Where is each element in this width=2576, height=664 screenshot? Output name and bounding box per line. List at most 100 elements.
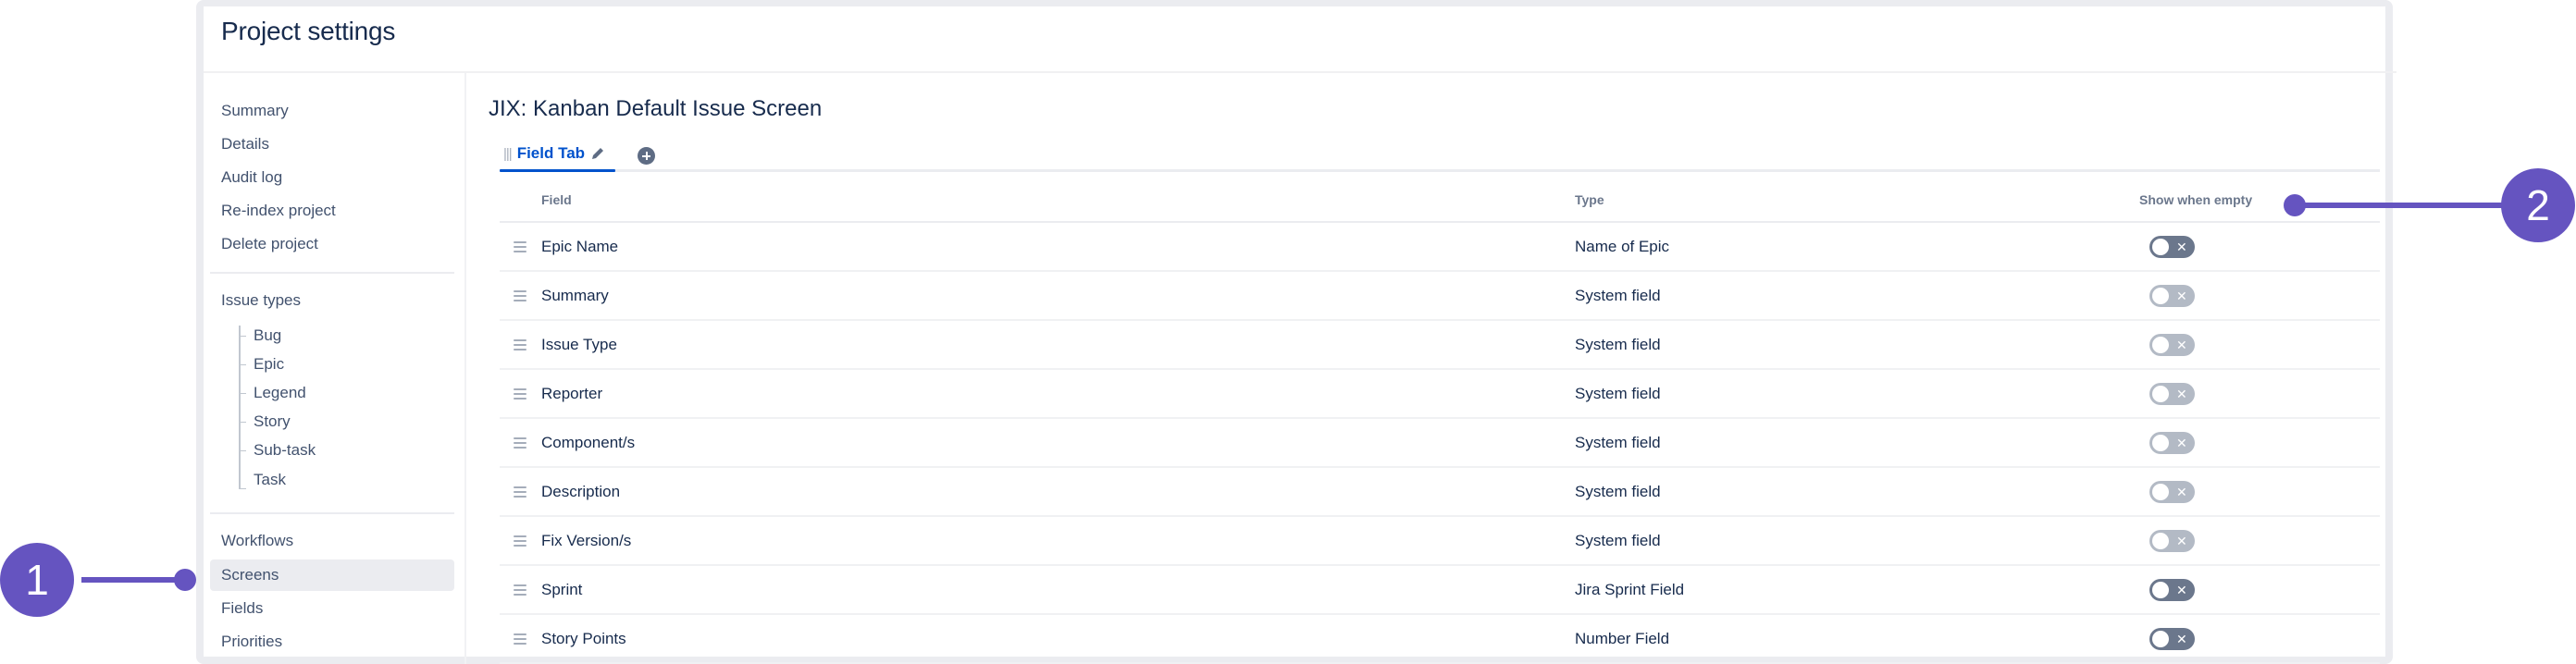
close-icon: ✕ (2176, 485, 2187, 499)
header-divider (204, 71, 2396, 73)
close-icon: ✕ (2176, 289, 2187, 303)
sidebar-issue-type-epic[interactable]: Epic (254, 353, 284, 375)
sidebar-issue-type-story[interactable]: Story (254, 411, 291, 433)
toggle-knob (2152, 435, 2169, 451)
toggle-knob (2152, 533, 2169, 549)
active-tab-indicator (500, 169, 615, 172)
sidebar-item-screens[interactable]: Screens (210, 559, 454, 591)
show-when-empty-toggle[interactable]: ✕ (2149, 579, 2195, 601)
table-row: Issue Type System field ✕ (500, 321, 2380, 370)
toggle-knob (2152, 239, 2169, 255)
toggle-knob (2152, 386, 2169, 402)
callout-line-2 (2295, 203, 2503, 208)
close-icon: ✕ (2176, 338, 2187, 352)
show-when-empty-toggle: ✕ (2149, 334, 2195, 356)
drag-handle-icon[interactable] (514, 339, 526, 350)
close-icon: ✕ (2176, 387, 2187, 401)
tree-tick (241, 488, 246, 489)
tree-tick (241, 393, 246, 394)
pencil-icon[interactable] (590, 146, 605, 161)
tree-line (239, 326, 241, 489)
column-header-field: Field (541, 192, 572, 207)
field-name: Issue Type (541, 336, 617, 353)
sidebar-item-priorities[interactable]: Priorities (210, 626, 454, 658)
sidebar-issue-type-sub-task[interactable]: Sub-task (254, 439, 316, 461)
field-name: Epic Name (541, 238, 619, 255)
toggle-knob (2152, 288, 2169, 304)
column-header-type: Type (1575, 192, 1604, 207)
toggle-knob (2152, 582, 2169, 598)
show-when-empty-toggle: ✕ (2149, 481, 2195, 503)
drag-handle-icon[interactable] (514, 437, 526, 449)
field-type: System field (1575, 385, 1661, 402)
sidebar-item-details[interactable]: Details (210, 129, 454, 160)
sidebar-issue-type-bug[interactable]: Bug (254, 325, 281, 347)
close-icon: ✕ (2176, 436, 2187, 450)
drag-handle-icon[interactable] (514, 584, 526, 596)
toggle-knob (2152, 631, 2169, 647)
table-row: Fix Version/s System field ✕ (500, 517, 2380, 566)
drag-handle-icon[interactable] (514, 486, 526, 498)
field-name: Reporter (541, 385, 603, 402)
table-row: Epic Name Name of Epic ✕ (500, 223, 2380, 272)
table-row: Story Points Number Field ✕ (500, 615, 2380, 664)
field-type: Jira Sprint Field (1575, 581, 1685, 598)
field-name: Sprint (541, 581, 583, 598)
show-when-empty-toggle[interactable]: ✕ (2149, 628, 2195, 650)
sidebar-issue-type-legend[interactable]: Legend (254, 382, 306, 404)
sidebar-item-audit-log[interactable]: Audit log (210, 162, 454, 193)
tree-tick (241, 450, 246, 451)
tab-label: Field Tab (516, 144, 586, 162)
field-type: Number Field (1575, 630, 1670, 647)
column-header-show-when-empty: Show when empty (2139, 192, 2253, 207)
sidebar-issue-type-task[interactable]: Task (254, 469, 286, 491)
drag-handle-icon[interactable] (514, 241, 526, 252)
drag-grip-icon[interactable]: ||| (503, 146, 513, 162)
field-type: System field (1575, 287, 1661, 304)
plus-circle-icon[interactable] (638, 147, 655, 165)
callout-badge-2: 2 (2501, 168, 2575, 242)
table-row: Summary System field ✕ (500, 272, 2380, 321)
sidebar-heading-issue-types[interactable]: Issue types (221, 289, 301, 312)
sidebar-item-fields[interactable]: Fields (210, 593, 454, 624)
field-name: Fix Version/s (541, 532, 632, 549)
sidebar-item-summary[interactable]: Summary (210, 95, 454, 127)
table-row: Description System field ✕ (500, 468, 2380, 517)
close-icon: ✕ (2176, 632, 2187, 646)
field-name: Description (541, 483, 621, 500)
tab-track (615, 169, 2380, 172)
drag-handle-icon[interactable] (514, 535, 526, 547)
show-when-empty-toggle: ✕ (2149, 383, 2195, 405)
field-type: System field (1575, 483, 1661, 500)
show-when-empty-toggle: ✕ (2149, 285, 2195, 307)
sidebar-item-reindex-project[interactable]: Re-index project (210, 195, 454, 227)
sidebar-item-workflows[interactable]: Workflows (210, 525, 454, 557)
sidebar-item-delete-project[interactable]: Delete project (210, 228, 454, 260)
screen-title: JIX: Kanban Default Issue Screen (489, 96, 823, 121)
close-icon: ✕ (2176, 534, 2187, 548)
tree-tick (241, 336, 246, 337)
table-row: Sprint Jira Sprint Field ✕ (500, 566, 2380, 615)
callout-badge-1: 1 (0, 543, 74, 617)
sidebar-divider (210, 512, 454, 514)
sidebar-separator (464, 73, 466, 664)
drag-handle-icon[interactable] (514, 290, 526, 301)
sidebar-divider (210, 272, 454, 274)
close-icon: ✕ (2176, 583, 2187, 597)
table-row: Reporter System field ✕ (500, 370, 2380, 419)
tree-tick (241, 364, 246, 365)
toggle-knob (2152, 484, 2169, 500)
field-type: System field (1575, 434, 1661, 451)
show-when-empty-toggle: ✕ (2149, 530, 2195, 552)
field-type: System field (1575, 336, 1661, 353)
show-when-empty-toggle[interactable]: ✕ (2149, 236, 2195, 258)
show-when-empty-toggle: ✕ (2149, 432, 2195, 454)
toggle-knob (2152, 337, 2169, 353)
field-type: System field (1575, 532, 1661, 549)
close-icon: ✕ (2176, 240, 2187, 254)
callout-dot-1 (174, 569, 196, 591)
callout-line-1 (81, 577, 185, 583)
field-name: Component/s (541, 434, 636, 451)
drag-handle-icon[interactable] (514, 633, 526, 645)
drag-handle-icon[interactable] (514, 388, 526, 400)
